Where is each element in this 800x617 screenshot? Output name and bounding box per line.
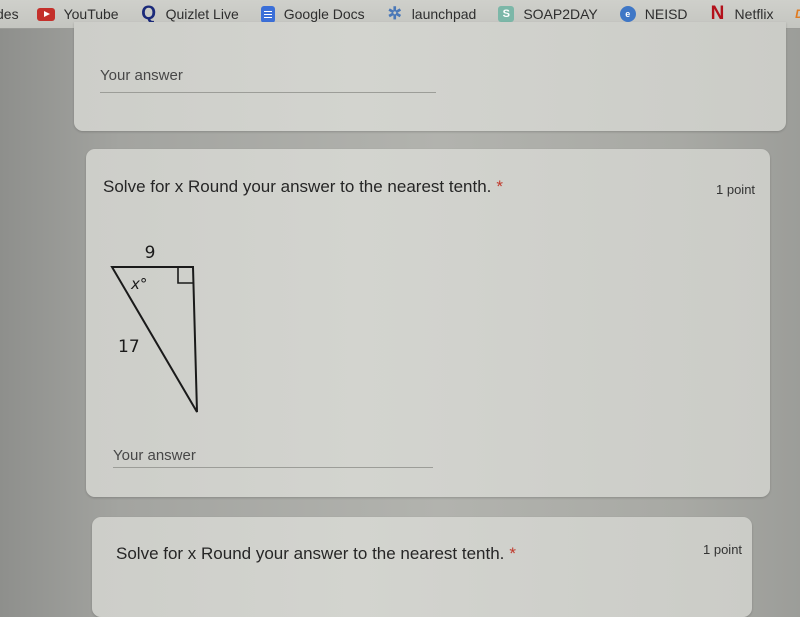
bookmark-netflix[interactable]: N Netflix — [710, 3, 774, 24]
required-asterisk: * — [509, 544, 517, 563]
bookmark-truncated[interactable]: des — [0, 6, 19, 22]
bookmark-label: SOAP2DAY — [523, 6, 598, 22]
neisd-cloud-icon: e — [619, 6, 636, 22]
bookmark-label: Google Docs — [283, 6, 365, 22]
question-text: Solve for x Round your answer to the nea… — [103, 177, 492, 196]
required-asterisk: * — [496, 177, 504, 196]
answer-input[interactable]: Your answer — [113, 447, 196, 464]
right-angle-marker — [177, 267, 194, 284]
de-icon: DE — [795, 6, 800, 22]
bookmark-label: launchpad — [411, 6, 477, 22]
question-card-next: Solve for x Round your answer to the nea… — [92, 517, 752, 617]
side-label-hypotenuse: 17 — [118, 337, 140, 357]
side-label-top: 9 — [145, 243, 156, 263]
bookmark-neisd[interactable]: e NEISD — [619, 6, 688, 22]
answer-underline — [113, 467, 433, 468]
bookmark-label: des — [0, 6, 19, 22]
bookmark-soap2day[interactable]: S SOAP2DAY — [498, 6, 598, 22]
angle-label: x° — [130, 275, 147, 293]
question-title: Solve for x Round your answer to the nea… — [103, 177, 503, 197]
google-docs-icon — [260, 5, 275, 23]
answer-input[interactable]: Your answer — [100, 67, 183, 84]
youtube-icon — [36, 7, 55, 21]
bookmark-label: Netflix — [734, 6, 774, 22]
launchpad-icon: ✲ — [387, 4, 402, 23]
bookmark-label: YouTube — [63, 6, 119, 22]
question-title: Solve for x Round your answer to the nea… — [116, 544, 516, 564]
bookmark-launchpad[interactable]: ✲ launchpad — [387, 4, 477, 23]
soap2day-icon: S — [498, 6, 515, 22]
question-card-previous: Your answer — [74, 22, 786, 131]
quizlet-icon: Q — [141, 3, 156, 24]
netflix-icon: N — [710, 3, 725, 24]
bookmark-youtube[interactable]: YouTube — [36, 6, 119, 22]
bookmark-quizlet-live[interactable]: Q Quizlet Live — [141, 3, 239, 24]
answer-underline — [100, 92, 436, 93]
points-label: 1 point — [703, 542, 743, 557]
bookmark-google-docs[interactable]: Google Docs — [260, 5, 365, 23]
bookmark-de[interactable]: DE D — [795, 6, 800, 22]
points-label: 1 point — [716, 182, 756, 197]
question-text: Solve for x Round your answer to the nea… — [116, 544, 505, 563]
right-triangle-figure: 9 x° 17 — [110, 243, 198, 413]
bookmark-label: Quizlet Live — [165, 6, 239, 22]
bookmark-label: NEISD — [644, 6, 688, 22]
